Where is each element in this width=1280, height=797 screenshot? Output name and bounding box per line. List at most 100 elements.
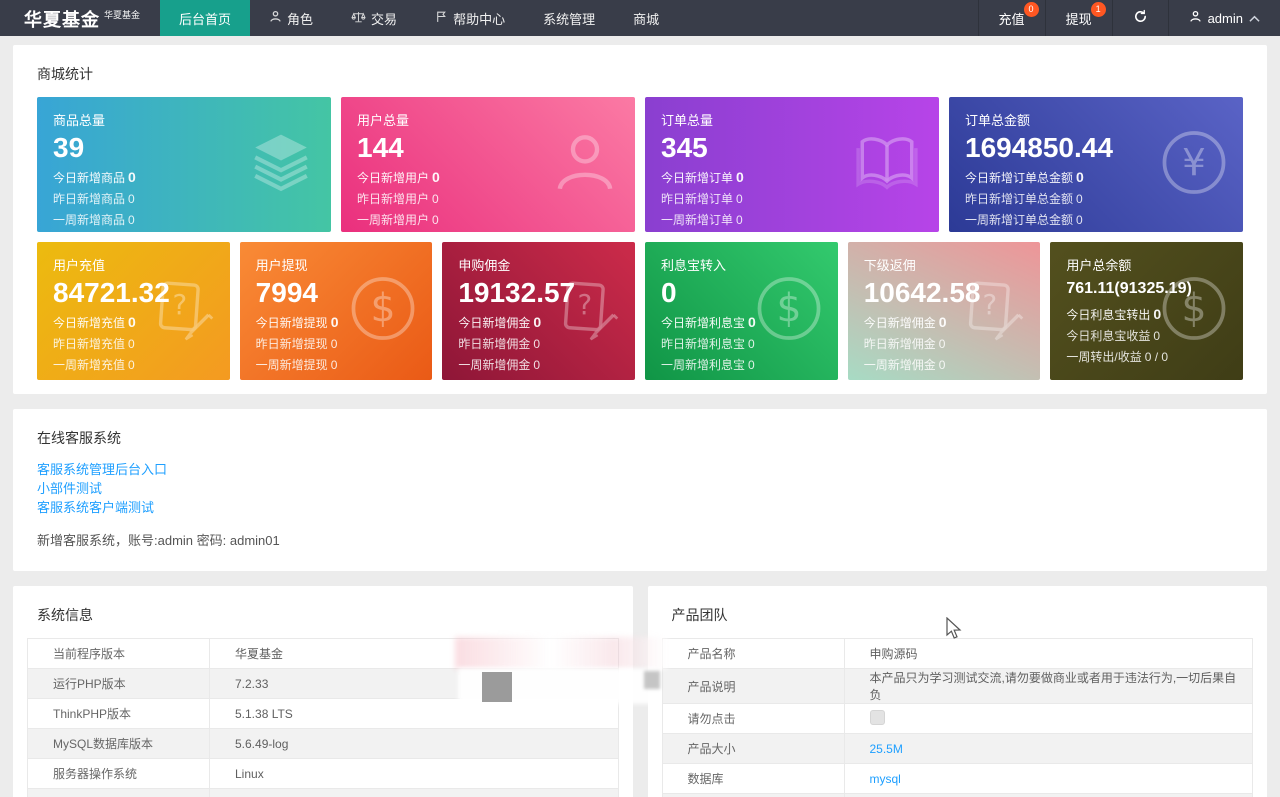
subline-label: 今日新增佣金	[458, 316, 531, 330]
nav-item-4[interactable]: 帮助中心	[416, 0, 524, 36]
subline-value: 0	[1076, 169, 1084, 185]
row-value: 5.6.49-log	[209, 728, 619, 759]
nav-item-3[interactable]: 交易	[332, 0, 416, 36]
stat-card: 申购佣金 19132.57 今日新增佣金 0 昨日新增佣金 0 一周新增佣金 0?	[442, 242, 636, 380]
subline-value: 0 / 0	[1144, 350, 1169, 364]
system-info-table: 当前程序版本 华夏基金 运行PHP版本 7.2.33 ThinkPHP版本 5.1.38 …	[27, 638, 619, 797]
subline-label: 一周新增订单	[661, 213, 734, 227]
subline-label: 昨日新增订单	[661, 192, 734, 206]
stat-card: 利息宝转入 0 今日新增利息宝 0 昨日新增利息宝 0 一周新增利息宝 0 $	[645, 242, 838, 380]
row-label: 数据库	[661, 763, 845, 794]
subline-value: 0	[736, 169, 744, 185]
row-value: 华夏基金	[209, 638, 619, 669]
subline-label: 一周新增订单总金额	[965, 213, 1074, 227]
subline-value: 0	[533, 358, 541, 372]
table-row: 数据库 mysql	[661, 763, 1253, 794]
product-team-table: 产品名称 申购源码 产品说明 本产品只为学习测试交流,请勿要做商业或者用于违法行为,一…	[661, 638, 1254, 797]
stat-card: 用户充值 84721.32 今日新增充值 0 昨日新增充值 0 一周新增充值 0?	[37, 242, 230, 380]
app-logo-text: 华夏基金	[24, 10, 100, 30]
stat-card-subline: 一周转出/收益 0 / 0	[1066, 347, 1227, 368]
dollar-circle-icon: $	[1159, 274, 1229, 349]
navbar: 华夏基金 华夏基金 后台首页 角色 交易 帮助中心 系统管理 商城 充值 0 提现 1	[0, 0, 1280, 36]
nav-item-5[interactable]: 系统管理	[524, 0, 614, 36]
flag-icon	[435, 10, 448, 26]
table-row: 产品名称 申购源码	[661, 638, 1253, 669]
svg-text:?: ?	[172, 288, 187, 321]
service-link-3[interactable]: 客服系统客户端测试	[37, 499, 1243, 517]
stat-card-title: 用户总余额	[1066, 258, 1132, 273]
hidden-emoji-icon[interactable]	[869, 709, 885, 725]
row-value: 20100106	[843, 793, 1253, 797]
dollar-circle-icon: $	[754, 274, 824, 349]
row-value: 7.2.33	[209, 668, 619, 699]
subline-value: 0	[432, 213, 439, 227]
svg-text:$: $	[371, 286, 396, 332]
doc-question-icon: ?	[958, 275, 1026, 348]
stat-cards-row-1: 商品总量 39 今日新增商品 0 昨日新增商品 0 一周新增商品 0 用户总量 144 今日新增用户…	[27, 97, 1253, 232]
svg-text:?: ?	[578, 288, 593, 321]
row-value-link[interactable]: mysql	[870, 772, 901, 786]
table-row: 产品大小 25.5M	[661, 733, 1253, 764]
person-icon	[269, 10, 282, 26]
subline-value: 0	[128, 192, 135, 206]
service-link-1[interactable]: 客服系统管理后台入口	[37, 461, 1243, 479]
stat-card: 商品总量 39 今日新增商品 0 昨日新增商品 0 一周新增商品 0	[37, 97, 331, 232]
table-row: 服务器操作系统 Linux	[27, 758, 619, 789]
row-label: 产品大小	[661, 733, 845, 764]
subline-label: 一周新增商品	[53, 213, 126, 227]
stat-card-subline: 一周新增佣金 0	[458, 355, 619, 376]
withdraw-badge: 1	[1090, 2, 1106, 17]
subline-label: 今日新增商品	[53, 171, 126, 185]
table-row: 请勿点击	[661, 703, 1253, 734]
subline-label: 昨日新增用户	[357, 192, 430, 206]
product-team-title: 产品团队	[671, 607, 728, 623]
stat-card-title: 用户充值	[53, 258, 106, 273]
nav-item-label: 交易	[371, 11, 398, 27]
nav-item-label: 系统管理	[543, 11, 596, 27]
subline-value: 0	[1076, 213, 1083, 227]
subline-value: 0	[330, 314, 339, 330]
recharge-badge: 0	[1023, 2, 1039, 17]
subline-label: 今日新增利息宝	[661, 316, 746, 330]
table-row: 版本20100106	[661, 793, 1253, 797]
subline-value: 0	[128, 337, 135, 351]
row-label: MySQL数据库版本	[27, 728, 210, 759]
subline-value: 0	[938, 337, 946, 351]
refresh-button[interactable]	[1111, 0, 1168, 36]
row-label: 运行PHP版本	[27, 668, 210, 699]
person-icon	[549, 127, 621, 202]
stat-card-subline: 一周新增充值 0	[53, 355, 214, 376]
subline-label: 今日新增充值	[53, 316, 126, 330]
subline-value: 0	[938, 358, 946, 372]
stat-cards-row-2: 用户充值 84721.32 今日新增充值 0 昨日新增充值 0 一周新增充值 0? 用户提现 79…	[27, 242, 1253, 380]
withdraw-label: 提现	[1065, 11, 1092, 27]
doc-question-icon: ?	[553, 275, 621, 348]
subline-label: 一周新增佣金	[458, 358, 531, 372]
subline-label: 昨日新增佣金	[863, 337, 936, 351]
subline-label: 昨日新增商品	[53, 192, 126, 206]
user-menu[interactable]: admin	[1167, 0, 1280, 36]
nav-item-6[interactable]: 商城	[614, 0, 678, 36]
app-logo: 华夏基金 华夏基金	[0, 0, 160, 36]
table-row: 产品说明 本产品只为学习测试交流,请勿要做商业或者用于违法行为,一切后果自负	[661, 668, 1253, 704]
nav-item-1[interactable]: 后台首页	[160, 0, 251, 36]
scales-icon	[351, 10, 366, 27]
subline-value: 0	[330, 358, 338, 372]
subline-value: 0	[533, 314, 542, 330]
subline-label: 昨日新增提现	[255, 337, 328, 351]
row-label: ThinkPHP版本	[27, 698, 210, 729]
stat-card-title: 用户提现	[255, 258, 308, 273]
recharge-button[interactable]: 充值 0	[977, 0, 1045, 36]
subline-value: 0	[1076, 192, 1083, 206]
row-value-link[interactable]: 25.5M	[870, 742, 903, 756]
service-link-2[interactable]: 小部件测试	[37, 480, 1243, 498]
stat-card: 订单总量 345 今日新增订单 0 昨日新增订单 0 一周新增订单 0	[645, 97, 939, 232]
withdraw-button[interactable]: 提现 1	[1044, 0, 1112, 36]
row-value: 本产品只为学习测试交流,请勿要做商业或者用于违法行为,一切后果自负	[843, 668, 1253, 704]
product-team-panel: 产品团队 产品名称 申购源码 产品说明 本产品只为学习测试交流,请勿要做商业或者用于违…	[647, 586, 1267, 797]
subline-label: 昨日新增佣金	[458, 337, 531, 351]
bottom-columns: 系统信息 当前程序版本 华夏基金 运行PHP版本 7.2.33 ThinkPHP版本 5.…	[13, 586, 1267, 797]
subline-label: 昨日新增充值	[53, 337, 126, 351]
nav-item-2[interactable]: 角色	[250, 0, 332, 36]
doc-question-icon: ?	[148, 275, 216, 348]
